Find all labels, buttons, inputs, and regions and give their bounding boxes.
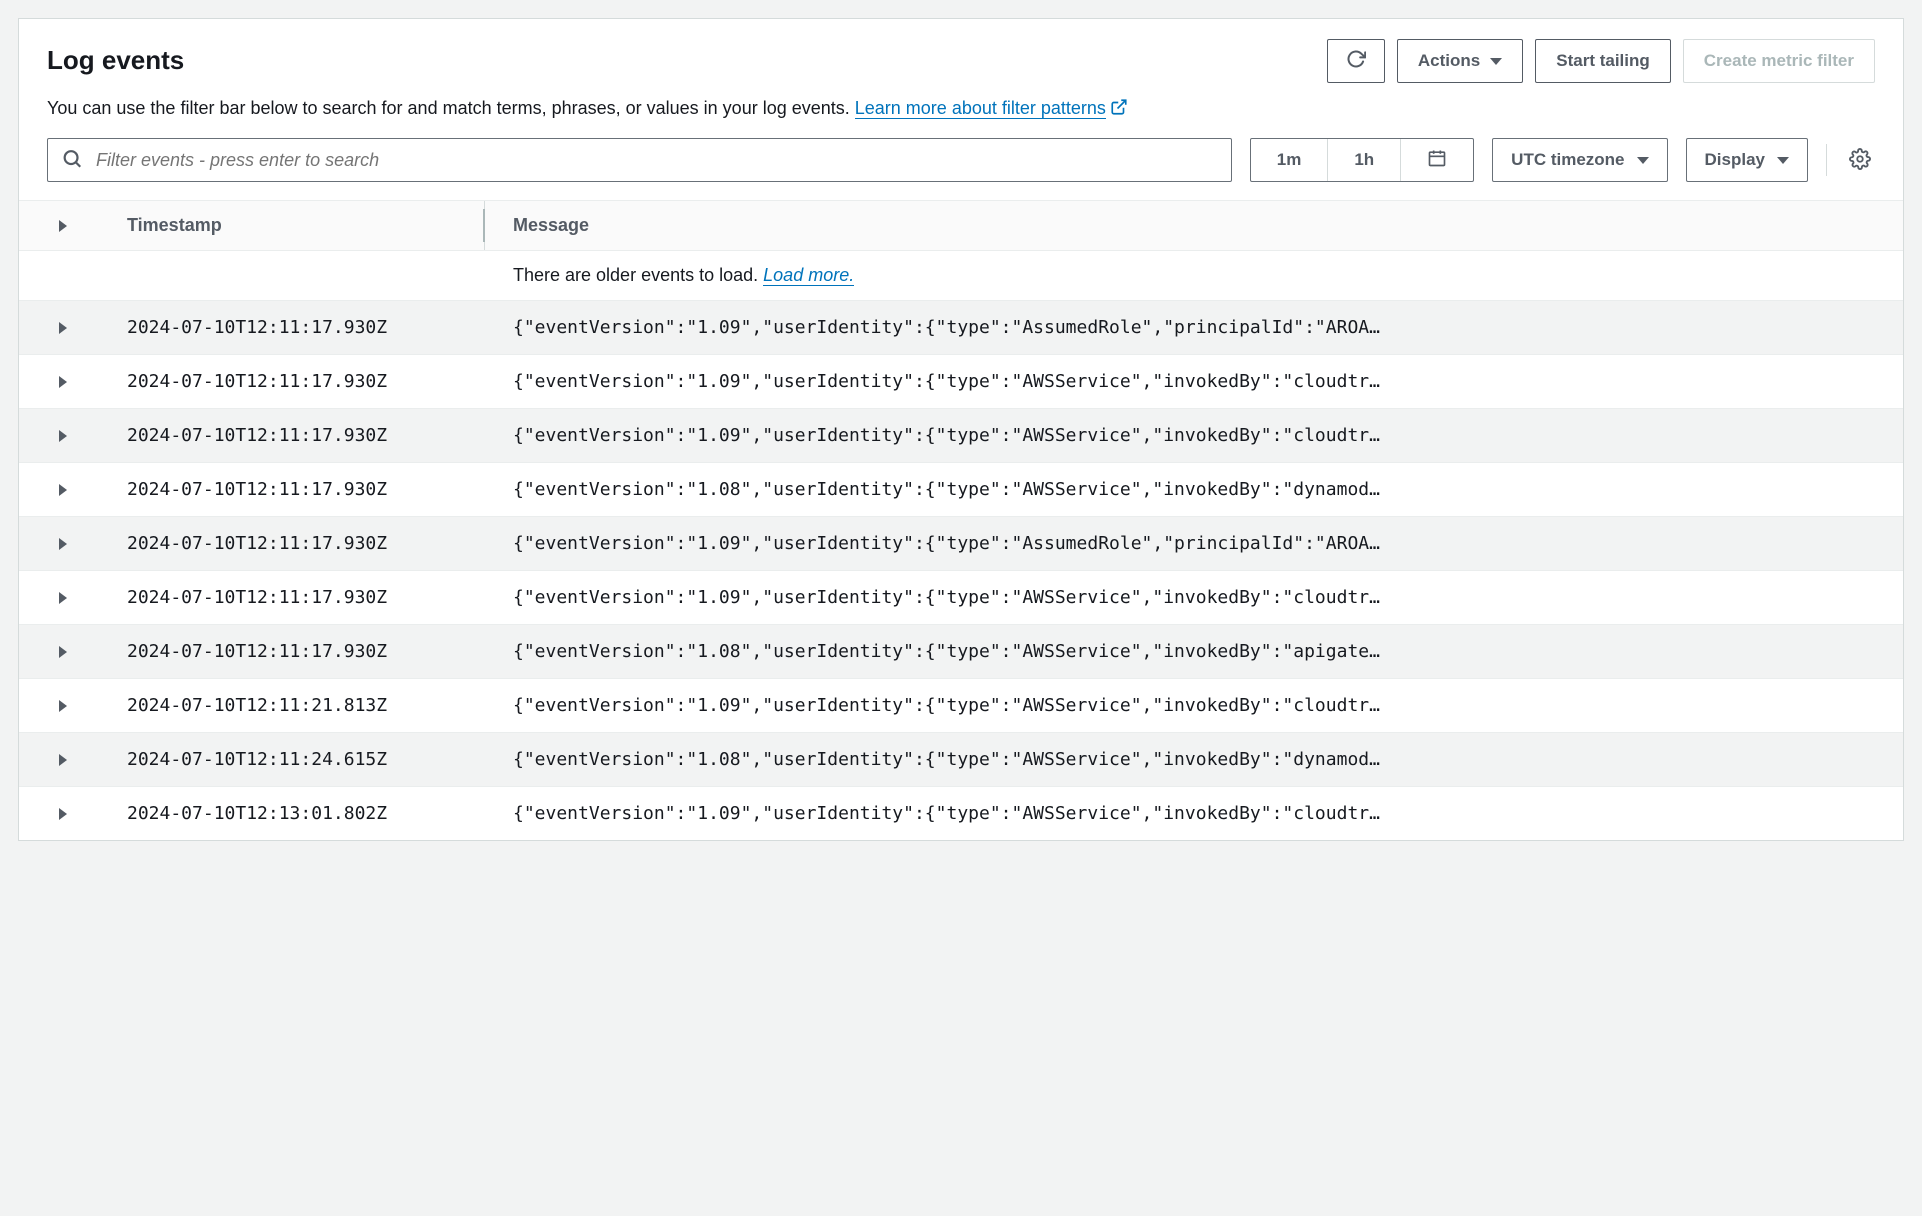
row-expand[interactable] (19, 376, 107, 388)
row-expand[interactable] (19, 322, 107, 334)
chevron-right-icon (59, 646, 67, 658)
row-message: {"eventVersion":"1.08","userIdentity":{"… (485, 479, 1903, 500)
chevron-right-icon (59, 538, 67, 550)
row-timestamp: 2024-07-10T12:11:21.813Z (107, 695, 485, 716)
chevron-right-icon (59, 322, 67, 334)
row-timestamp: 2024-07-10T12:11:17.930Z (107, 479, 485, 500)
table-header: Timestamp Message (19, 200, 1903, 250)
row-expand[interactable] (19, 754, 107, 766)
chevron-down-icon (1777, 157, 1789, 164)
row-message: {"eventVersion":"1.08","userIdentity":{"… (485, 641, 1903, 662)
chevron-right-icon (59, 430, 67, 442)
row-message: {"eventVersion":"1.09","userIdentity":{"… (485, 371, 1903, 392)
refresh-icon (1346, 49, 1366, 74)
timestamp-header[interactable]: Timestamp (107, 201, 485, 250)
row-expand[interactable] (19, 700, 107, 712)
table-row[interactable]: 2024-07-10T12:11:17.930Z{"eventVersion":… (19, 624, 1903, 678)
create-metric-filter-button: Create metric filter (1683, 39, 1875, 83)
row-message: {"eventVersion":"1.09","userIdentity":{"… (485, 533, 1903, 554)
gear-icon (1849, 148, 1871, 173)
table-row[interactable]: 2024-07-10T12:11:17.930Z{"eventVersion":… (19, 516, 1903, 570)
learn-more-link[interactable]: Learn more about filter patterns (855, 98, 1106, 119)
table-row[interactable]: 2024-07-10T12:11:24.615Z{"eventVersion":… (19, 732, 1903, 786)
chevron-right-icon (59, 808, 67, 820)
row-message: {"eventVersion":"1.09","userIdentity":{"… (485, 587, 1903, 608)
settings-button[interactable] (1845, 138, 1875, 182)
row-message: {"eventVersion":"1.09","userIdentity":{"… (485, 803, 1903, 824)
chevron-right-icon (59, 484, 67, 496)
table-row[interactable]: 2024-07-10T12:11:17.930Z{"eventVersion":… (19, 408, 1903, 462)
row-timestamp: 2024-07-10T12:11:17.930Z (107, 641, 485, 662)
start-tailing-button[interactable]: Start tailing (1535, 39, 1671, 83)
search-icon (61, 148, 83, 173)
row-expand[interactable] (19, 430, 107, 442)
chevron-right-icon (59, 700, 67, 712)
refresh-button[interactable] (1327, 39, 1385, 83)
time-range-segmented: 1m 1h (1250, 138, 1474, 182)
row-timestamp: 2024-07-10T12:11:17.930Z (107, 371, 485, 392)
separator (1826, 144, 1827, 176)
row-timestamp: 2024-07-10T12:11:17.930Z (107, 425, 485, 446)
row-timestamp: 2024-07-10T12:11:17.930Z (107, 317, 485, 338)
row-timestamp: 2024-07-10T12:11:24.615Z (107, 749, 485, 770)
row-timestamp: 2024-07-10T12:11:17.930Z (107, 587, 485, 608)
row-message: {"eventVersion":"1.09","userIdentity":{"… (485, 317, 1903, 338)
range-custom[interactable] (1401, 139, 1473, 181)
table-row[interactable]: 2024-07-10T12:11:21.813Z{"eventVersion":… (19, 678, 1903, 732)
header-subtext: You can use the filter bar below to sear… (47, 95, 1875, 122)
calendar-icon (1427, 148, 1447, 173)
range-1h[interactable]: 1h (1328, 139, 1401, 181)
actions-label: Actions (1418, 51, 1480, 71)
table-row[interactable]: 2024-07-10T12:11:17.930Z{"eventVersion":… (19, 570, 1903, 624)
row-expand[interactable] (19, 592, 107, 604)
page-title: Log events (47, 39, 184, 76)
header-actions: Actions Start tailing Create metric filt… (1327, 39, 1875, 83)
row-expand[interactable] (19, 484, 107, 496)
row-expand[interactable] (19, 538, 107, 550)
panel-header: Log events Actions Start tailing Create … (19, 19, 1903, 138)
log-events-panel: Log events Actions Start tailing Create … (18, 18, 1904, 841)
timezone-select[interactable]: UTC timezone (1492, 138, 1667, 182)
range-1m[interactable]: 1m (1251, 139, 1329, 181)
table-row[interactable]: 2024-07-10T12:11:17.930Z{"eventVersion":… (19, 300, 1903, 354)
row-message: {"eventVersion":"1.08","userIdentity":{"… (485, 749, 1903, 770)
chevron-down-icon (1637, 157, 1649, 164)
chevron-right-icon (59, 376, 67, 388)
chevron-right-icon (59, 754, 67, 766)
search-wrap (47, 138, 1232, 182)
expand-all[interactable] (19, 201, 107, 250)
row-timestamp: 2024-07-10T12:11:17.930Z (107, 533, 485, 554)
older-events-row: There are older events to load. Load mor… (19, 250, 1903, 300)
filter-input[interactable] (47, 138, 1232, 182)
table-row[interactable]: 2024-07-10T12:13:01.802Z{"eventVersion":… (19, 786, 1903, 840)
actions-button[interactable]: Actions (1397, 39, 1523, 83)
row-expand[interactable] (19, 646, 107, 658)
row-message: {"eventVersion":"1.09","userIdentity":{"… (485, 425, 1903, 446)
display-select[interactable]: Display (1686, 138, 1808, 182)
row-message: {"eventVersion":"1.09","userIdentity":{"… (485, 695, 1903, 716)
load-more-link[interactable]: Load more. (763, 265, 854, 286)
external-link-icon (1110, 98, 1128, 116)
table-row[interactable]: 2024-07-10T12:11:17.930Z{"eventVersion":… (19, 354, 1903, 408)
chevron-down-icon (1490, 58, 1502, 65)
chevron-right-icon (59, 220, 67, 232)
chevron-right-icon (59, 592, 67, 604)
table-row[interactable]: 2024-07-10T12:11:17.930Z{"eventVersion":… (19, 462, 1903, 516)
filter-bar: 1m 1h UTC timezone Display (19, 138, 1903, 200)
message-header[interactable]: Message (485, 201, 1903, 250)
row-expand[interactable] (19, 808, 107, 820)
row-timestamp: 2024-07-10T12:13:01.802Z (107, 803, 485, 824)
